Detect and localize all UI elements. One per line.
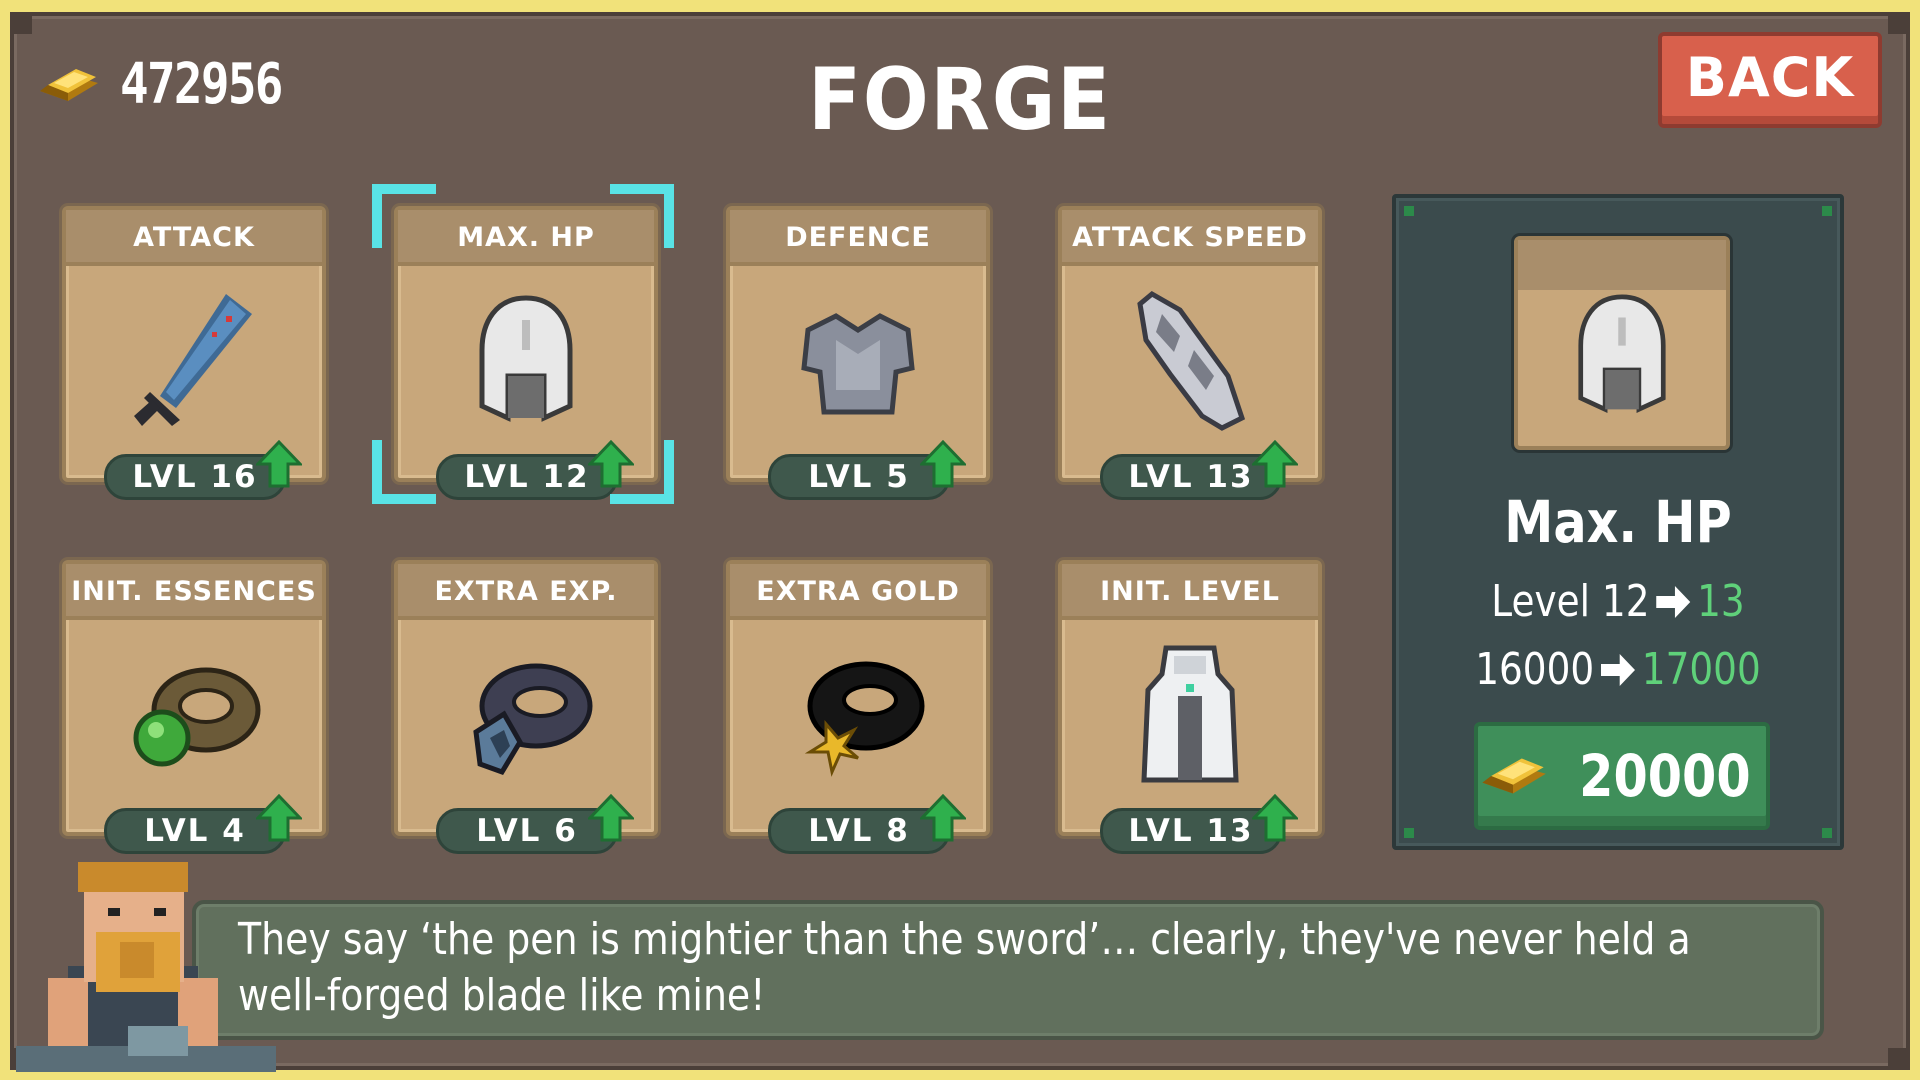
forge-card-extra-exp[interactable]: EXTRA EXP. LVL 6 [394,560,658,854]
card-label: EXTRA EXP. [398,564,654,620]
forge-card-init-level[interactable]: INIT. LEVEL LVL 13 [1058,560,1322,854]
sword-icon [134,294,252,426]
upgrade-arrow-icon [1252,794,1298,842]
upgrade-arrow-icon [920,440,966,488]
panel-rivet [1404,828,1414,838]
next-value: 17000 [1641,644,1761,695]
helmet-icon [1578,294,1666,414]
forge-card-extra-gold[interactable]: EXTRA GOLD LVL 8 [726,560,990,854]
helmet-icon [479,295,573,422]
level-change-row: Level 12 13 [1429,576,1806,627]
selected-stat-name: Max. HP [1504,488,1732,556]
upgrade-buy-button[interactable]: 20000 [1474,722,1770,830]
dialogue-text: They say ‘the pen is mightier than the s… [238,914,1691,1021]
card-label: DEFENCE [730,210,986,266]
upgrade-arrow-icon [588,794,634,842]
panel-rivet [1822,828,1832,838]
card-label: EXTRA GOLD [730,564,986,620]
gauntlet-icon [1137,290,1246,431]
next-level: 13 [1697,576,1745,627]
gold-bar-icon [1482,758,1546,794]
gold-counter: 472956 [36,52,310,117]
blacksmith-portrait [16,862,276,1072]
card-label: INIT. LEVEL [1062,564,1318,620]
current-value: 16000 [1475,644,1595,695]
forge-card-init-essences[interactable]: INIT. ESSENCES LVL 4 [62,560,326,854]
card-label: INIT. ESSENCES [66,564,322,620]
forge-card-defence[interactable]: DEFENCE LVL 5 [726,206,990,500]
selection-bracket [610,440,674,504]
arrow-right-icon [1656,585,1691,618]
upgrade-arrow-icon [920,794,966,842]
upgrade-arrow-icon [256,794,302,842]
gold-ring-icon [804,661,925,777]
forge-card-attack[interactable]: ATTACK LVL 16 [62,206,326,500]
upgrade-arrow-icon [256,440,302,488]
card-label: ATTACK [66,210,322,266]
npc-dialogue-box: They say ‘the pen is mightier than the s… [192,900,1824,1040]
card-label: ATTACK SPEED [1062,210,1318,266]
cloak-icon [1141,645,1239,783]
upgrade-detail-panel: Max. HP Level 12 13 16000 17000 20000 [1392,194,1844,850]
selected-item-preview [1514,236,1730,450]
chest-armor-icon [801,313,915,415]
panel-rivet [1822,206,1832,216]
gold-bar-icon [40,68,98,101]
selection-bracket [610,184,674,248]
frame-corner [1888,1048,1910,1070]
upgrade-arrow-icon [1252,440,1298,488]
current-level: Level 12 [1491,576,1650,627]
frame-corner [10,12,32,34]
rune-ring-icon [473,663,593,776]
arrow-right-icon [1601,653,1635,686]
back-button[interactable]: BACK [1658,32,1882,128]
selection-bracket [372,184,436,248]
forge-card-attack-speed[interactable]: ATTACK SPEED LVL 13 [1058,206,1322,500]
gold-amount: 472956 [120,52,283,117]
value-change-row: 16000 17000 [1429,644,1806,695]
frame-corner [1888,12,1910,34]
panel-rivet [1404,206,1414,216]
gem-ring-icon [133,667,261,767]
selection-bracket [372,440,436,504]
upgrade-cost: 20000 [1579,742,1751,810]
